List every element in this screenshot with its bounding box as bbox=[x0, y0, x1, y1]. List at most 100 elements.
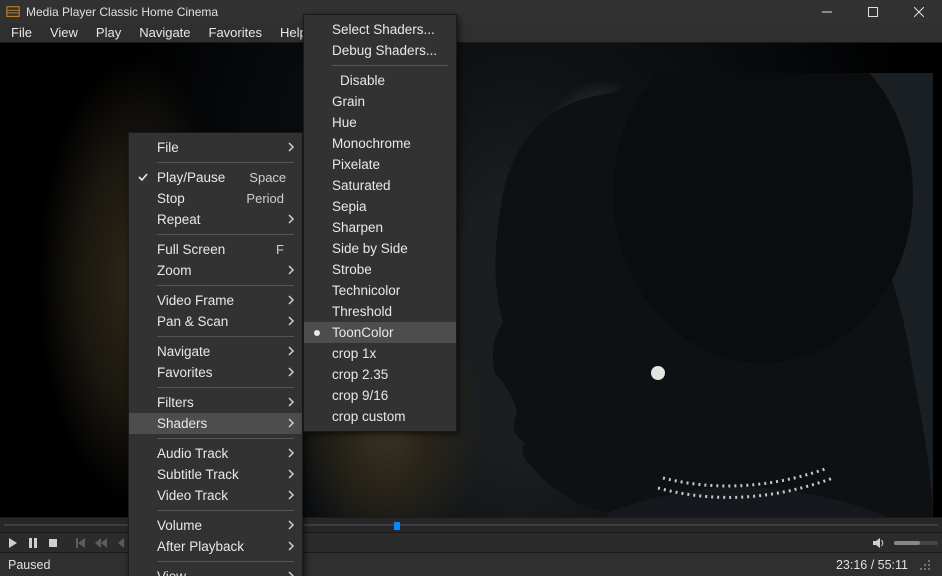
menu-item-label: File bbox=[157, 140, 179, 155]
shader-monochrome[interactable]: Monochrome bbox=[304, 133, 456, 154]
shaders-submenu[interactable]: Select Shaders... Debug Shaders... Disable… bbox=[303, 14, 457, 432]
menu-item-label: Select Shaders... bbox=[332, 22, 435, 37]
menu-item-label: Sepia bbox=[332, 199, 367, 214]
shader-saturated[interactable]: Saturated bbox=[304, 175, 456, 196]
ctx-video-frame[interactable]: Video Frame bbox=[129, 290, 302, 311]
mute-button[interactable] bbox=[870, 535, 888, 551]
shader-crop-custom[interactable]: crop custom bbox=[304, 406, 456, 427]
seek-knob[interactable] bbox=[394, 522, 400, 530]
menu-item-label: Video Frame bbox=[157, 293, 234, 308]
minimize-button[interactable] bbox=[804, 0, 850, 23]
shader-technicolor[interactable]: Technicolor bbox=[304, 280, 456, 301]
ctx-favorites[interactable]: Favorites bbox=[129, 362, 302, 383]
menu-item-label: Filters bbox=[157, 395, 194, 410]
menubar-favorites[interactable]: Favorites bbox=[200, 23, 271, 42]
playback-time: 23:16 / 55:11 bbox=[836, 558, 908, 572]
ctx-zoom[interactable]: Zoom bbox=[129, 260, 302, 281]
ctx-subtitle-track[interactable]: Subtitle Track bbox=[129, 464, 302, 485]
menu-item-shortcut: Space bbox=[225, 170, 286, 185]
app-icon bbox=[6, 5, 20, 19]
menu-item-label: Debug Shaders... bbox=[332, 43, 437, 58]
menubar: File View Play Navigate Favorites Help bbox=[0, 23, 942, 43]
menu-item-label: Saturated bbox=[332, 178, 391, 193]
menu-item-label: Subtitle Track bbox=[157, 467, 239, 482]
context-menu[interactable]: File Play/PauseSpace Stop Period Repeat Full … bbox=[128, 132, 303, 576]
menu-item-label: Disable bbox=[340, 73, 385, 88]
menu-item-label: Video Track bbox=[157, 488, 228, 503]
stop-button[interactable] bbox=[44, 535, 62, 551]
menu-item-shortcut: Period bbox=[222, 191, 284, 206]
menu-item-label: crop custom bbox=[332, 409, 406, 424]
shader-threshold[interactable]: Threshold bbox=[304, 301, 456, 322]
menu-item-label: Favorites bbox=[157, 365, 213, 380]
menu-item-label: Repeat bbox=[157, 212, 201, 227]
shader-grain[interactable]: Grain bbox=[304, 91, 456, 112]
shader-crop-1x[interactable]: crop 1x bbox=[304, 343, 456, 364]
ctx-repeat[interactable]: Repeat bbox=[129, 209, 302, 230]
shader-sepia[interactable]: Sepia bbox=[304, 196, 456, 217]
ctx-view[interactable]: View bbox=[129, 566, 302, 576]
maximize-button[interactable] bbox=[850, 0, 896, 23]
ctx-navigate[interactable]: Navigate bbox=[129, 341, 302, 362]
shader-strobe[interactable]: Strobe bbox=[304, 259, 456, 280]
menu-item-label: Zoom bbox=[157, 263, 192, 278]
ctx-filters[interactable]: Filters bbox=[129, 392, 302, 413]
menu-item-label: Hue bbox=[332, 115, 357, 130]
menubar-navigate[interactable]: Navigate bbox=[130, 23, 199, 42]
ctx-audio-track[interactable]: Audio Track bbox=[129, 443, 302, 464]
menu-item-label: Navigate bbox=[157, 344, 210, 359]
shader-sharpen[interactable]: Sharpen bbox=[304, 217, 456, 238]
volume-slider[interactable] bbox=[894, 541, 938, 545]
shader-select-shaders[interactable]: Select Shaders... bbox=[304, 19, 456, 40]
shader-disable[interactable]: Disable bbox=[304, 70, 456, 91]
ctx-video-track[interactable]: Video Track bbox=[129, 485, 302, 506]
shader-hue[interactable]: Hue bbox=[304, 112, 456, 133]
pause-button[interactable] bbox=[24, 535, 42, 551]
play-button[interactable] bbox=[4, 535, 22, 551]
ctx-pan-scan[interactable]: Pan & Scan bbox=[129, 311, 302, 332]
ctx-full-screen[interactable]: Full ScreenF bbox=[129, 239, 302, 260]
prev-button[interactable] bbox=[72, 535, 90, 551]
menu-item-label: Volume bbox=[157, 518, 202, 533]
menu-item-label: Stop bbox=[157, 191, 185, 206]
menu-item-label: ToonColor bbox=[332, 325, 394, 340]
menu-item-label: View bbox=[157, 569, 186, 576]
titlebar: Media Player Classic Home Cinema bbox=[0, 0, 942, 23]
menu-item-label: Threshold bbox=[332, 304, 392, 319]
menu-item-label: Play/Pause bbox=[157, 170, 225, 185]
ctx-play-pause[interactable]: Play/PauseSpace bbox=[129, 167, 302, 188]
ctx-file[interactable]: File bbox=[129, 137, 302, 158]
menu-item-label: Monochrome bbox=[332, 136, 411, 151]
menu-item-label: crop 2.35 bbox=[332, 367, 388, 382]
ctx-shaders[interactable]: Shaders bbox=[129, 413, 302, 434]
menubar-view[interactable]: View bbox=[41, 23, 87, 42]
menu-item-shortcut: F bbox=[252, 242, 284, 257]
grab-handle-icon bbox=[916, 556, 934, 574]
shader-crop-9-16[interactable]: crop 9/16 bbox=[304, 385, 456, 406]
shader-side-by-side[interactable]: Side by Side bbox=[304, 238, 456, 259]
ctx-after-playback[interactable]: After Playback bbox=[129, 536, 302, 557]
menu-item-label: After Playback bbox=[157, 539, 244, 554]
menu-item-label: Shaders bbox=[157, 416, 207, 431]
menu-item-label: Pixelate bbox=[332, 157, 380, 172]
skip-back-button[interactable] bbox=[92, 535, 110, 551]
shader-pixelate[interactable]: Pixelate bbox=[304, 154, 456, 175]
shader-debug-shaders[interactable]: Debug Shaders... bbox=[304, 40, 456, 61]
playback-state: Paused bbox=[8, 558, 50, 572]
menu-item-label: Sharpen bbox=[332, 220, 383, 235]
close-button[interactable] bbox=[896, 0, 942, 23]
window-title: Media Player Classic Home Cinema bbox=[26, 5, 218, 19]
menubar-play[interactable]: Play bbox=[87, 23, 130, 42]
menu-item-label: Pan & Scan bbox=[157, 314, 228, 329]
menu-item-label: Side by Side bbox=[332, 241, 408, 256]
ctx-stop[interactable]: Stop Period bbox=[129, 188, 302, 209]
menu-item-label: Audio Track bbox=[157, 446, 228, 461]
menu-item-label: Grain bbox=[332, 94, 365, 109]
shader-tooncolor[interactable]: ToonColor bbox=[304, 322, 456, 343]
ctx-volume[interactable]: Volume bbox=[129, 515, 302, 536]
menubar-file[interactable]: File bbox=[2, 23, 41, 42]
menu-item-label: Technicolor bbox=[332, 283, 400, 298]
menu-item-label: crop 9/16 bbox=[332, 388, 388, 403]
menu-item-label: Strobe bbox=[332, 262, 372, 277]
shader-crop-2-35[interactable]: crop 2.35 bbox=[304, 364, 456, 385]
